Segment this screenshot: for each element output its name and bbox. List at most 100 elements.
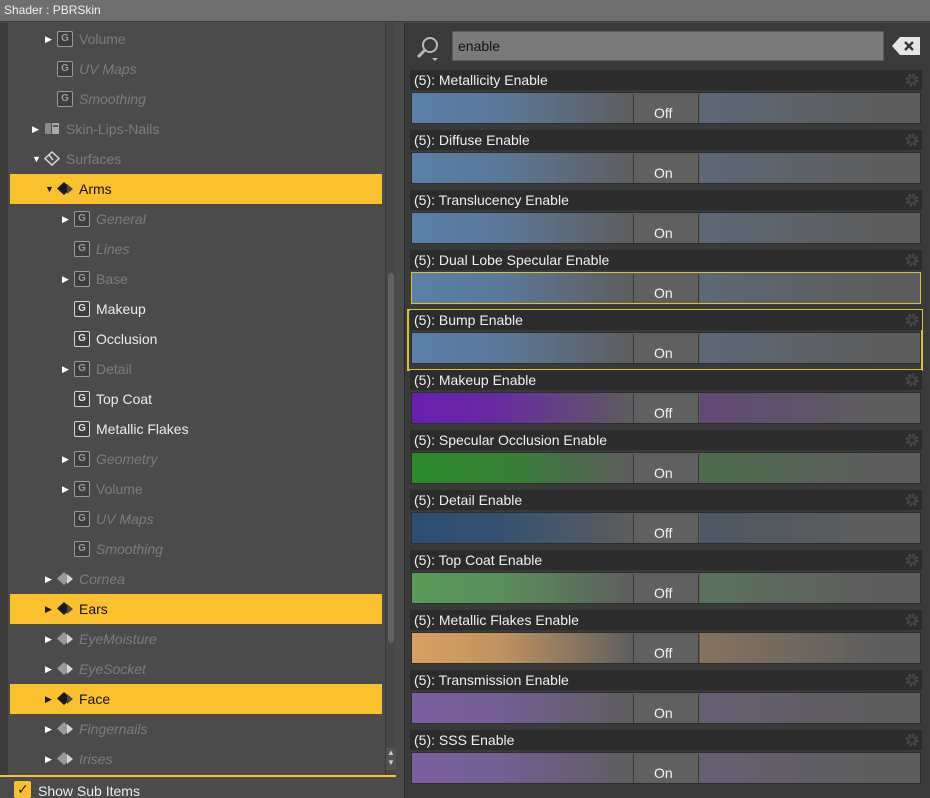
toggle-slider[interactable]: Off bbox=[411, 572, 921, 604]
gear-icon[interactable] bbox=[904, 132, 920, 148]
tree-row[interactable]: ▶ G Detail bbox=[10, 354, 382, 384]
expand-arrow-icon[interactable]: ▶ bbox=[45, 633, 55, 645]
gear-icon[interactable] bbox=[904, 312, 920, 328]
property-header: (5): Translucency Enable bbox=[410, 190, 922, 210]
tree-row-label: Cornea bbox=[79, 571, 125, 587]
property-header: (5): Top Coat Enable bbox=[410, 550, 922, 570]
scroll-grip-icon[interactable]: ▲ ▼ bbox=[386, 748, 396, 770]
expand-arrow-icon[interactable]: ▶ bbox=[62, 363, 72, 375]
toggle-slider[interactable]: On bbox=[411, 692, 921, 724]
search-field[interactable] bbox=[452, 31, 884, 61]
gear-icon[interactable] bbox=[904, 612, 920, 628]
expand-arrow-icon[interactable]: ▶ bbox=[45, 693, 55, 705]
slider-fill bbox=[412, 633, 634, 663]
tree-row[interactable]: G Lines bbox=[10, 234, 382, 264]
tree-row[interactable]: ▶ G Base bbox=[10, 264, 382, 294]
tree-row[interactable]: ▶ EyeMoisture bbox=[10, 624, 382, 654]
tree-row[interactable]: G UV Maps bbox=[10, 54, 382, 84]
toggle-slider[interactable]: On bbox=[411, 452, 921, 484]
expand-arrow-icon[interactable]: ▶ bbox=[62, 213, 72, 225]
tree-row[interactable]: ▶ Skin-Lips-Nails bbox=[10, 114, 382, 144]
property-name: (5): Metallic Flakes Enable bbox=[414, 612, 579, 628]
tree-row[interactable]: ▼ Arms bbox=[10, 174, 382, 204]
expand-arrow-icon[interactable]: ▶ bbox=[45, 753, 55, 765]
tree-row[interactable]: ▶ G Volume bbox=[10, 24, 382, 54]
tree-row[interactable]: ▶ Cornea bbox=[10, 564, 382, 594]
property-name: (5): Top Coat Enable bbox=[414, 552, 543, 568]
slider-fill bbox=[412, 393, 634, 423]
slider-fill bbox=[412, 513, 634, 543]
surface-icon bbox=[57, 181, 73, 196]
toggle-slider[interactable]: Off bbox=[411, 512, 921, 544]
tree-row[interactable]: ▶ G General bbox=[10, 204, 382, 234]
toggle-slider[interactable]: On bbox=[411, 272, 921, 304]
slider-track bbox=[700, 753, 920, 783]
collapse-arrow-icon[interactable]: ▼ bbox=[45, 183, 55, 195]
search-icon[interactable] bbox=[414, 34, 442, 62]
tree-row-label: Surfaces bbox=[66, 151, 122, 167]
tree-row[interactable]: G Top Coat bbox=[10, 384, 382, 414]
toggle-value: On bbox=[654, 705, 673, 721]
search-input[interactable] bbox=[453, 32, 883, 60]
gear-icon[interactable] bbox=[904, 492, 920, 508]
gear-icon[interactable] bbox=[904, 432, 920, 448]
expand-arrow-icon[interactable]: ▶ bbox=[45, 573, 55, 585]
tree-row-label: Irises bbox=[79, 751, 113, 767]
tree-row-label: Skin-Lips-Nails bbox=[66, 121, 160, 137]
toggle-value: Off bbox=[654, 585, 673, 601]
scrollbar-thumb[interactable] bbox=[388, 273, 394, 643]
tree-row[interactable]: G Smoothing bbox=[10, 84, 382, 114]
tree-row[interactable]: G Metallic Flakes bbox=[10, 414, 382, 444]
tree-row[interactable]: ▶ EyeSocket bbox=[10, 654, 382, 684]
toggle-slider[interactable]: On bbox=[411, 332, 921, 364]
tree-row[interactable]: ▶ G Geometry bbox=[10, 444, 382, 474]
slider-fill bbox=[412, 213, 634, 243]
title-bar: Shader : PBRSkin bbox=[0, 0, 930, 22]
expand-arrow-icon[interactable]: ▶ bbox=[45, 723, 55, 735]
slider-fill bbox=[412, 453, 634, 483]
expand-arrow-icon[interactable]: ▶ bbox=[62, 273, 72, 285]
toggle-slider[interactable]: Off bbox=[411, 632, 921, 664]
tree-row[interactable]: ▶ Face bbox=[10, 684, 382, 714]
gear-icon[interactable] bbox=[904, 72, 920, 88]
collapse-arrow-icon[interactable]: ▼ bbox=[32, 153, 42, 165]
tree-row[interactable]: G Makeup bbox=[10, 294, 382, 324]
tree-row[interactable]: ▶ G Volume bbox=[10, 474, 382, 504]
tree-row[interactable]: ▶ Irises bbox=[10, 744, 382, 774]
toggle-slider[interactable]: On bbox=[411, 152, 921, 184]
tree-row[interactable]: G Smoothing bbox=[10, 534, 382, 564]
gear-icon[interactable] bbox=[904, 552, 920, 568]
tree-row[interactable]: ▶ Ears bbox=[10, 594, 382, 624]
clear-search-icon[interactable] bbox=[886, 32, 922, 60]
slider-track bbox=[700, 633, 920, 663]
toggle-slider[interactable]: Off bbox=[411, 392, 921, 424]
tree-row[interactable]: G UV Maps bbox=[10, 504, 382, 534]
property-header: (5): Makeup Enable bbox=[410, 370, 922, 390]
gear-icon[interactable] bbox=[904, 252, 920, 268]
tree-scrollbar[interactable]: ▲ ▼ bbox=[385, 23, 396, 775]
group-icon: G bbox=[74, 451, 90, 467]
show-sub-items-checkbox[interactable]: ✓ bbox=[14, 781, 31, 798]
gear-icon[interactable] bbox=[904, 372, 920, 388]
expand-arrow-icon[interactable]: ▶ bbox=[32, 123, 42, 135]
gear-icon[interactable] bbox=[904, 732, 920, 748]
gear-icon[interactable] bbox=[904, 672, 920, 688]
property-row: (5): Detail Enable Off bbox=[408, 490, 922, 550]
property-name: (5): Dual Lobe Specular Enable bbox=[414, 252, 610, 268]
slider-track bbox=[700, 693, 920, 723]
tree-row-label: Volume bbox=[96, 481, 143, 497]
surface-icon bbox=[57, 571, 73, 586]
tree-row[interactable]: G Occlusion bbox=[10, 324, 382, 354]
toggle-slider[interactable]: Off bbox=[411, 92, 921, 124]
expand-arrow-icon[interactable]: ▶ bbox=[45, 663, 55, 675]
expand-arrow-icon[interactable]: ▶ bbox=[45, 603, 55, 615]
expand-arrow-icon[interactable]: ▶ bbox=[45, 33, 55, 45]
expand-arrow-icon[interactable]: ▶ bbox=[62, 483, 72, 495]
tree-row[interactable]: ▼ Surfaces bbox=[10, 144, 382, 174]
tree-row[interactable]: ▶ Fingernails bbox=[10, 714, 382, 744]
toggle-value: Off bbox=[654, 405, 673, 421]
expand-arrow-icon[interactable]: ▶ bbox=[62, 453, 72, 465]
toggle-slider[interactable]: On bbox=[411, 752, 921, 784]
gear-icon[interactable] bbox=[904, 192, 920, 208]
toggle-slider[interactable]: On bbox=[411, 212, 921, 244]
